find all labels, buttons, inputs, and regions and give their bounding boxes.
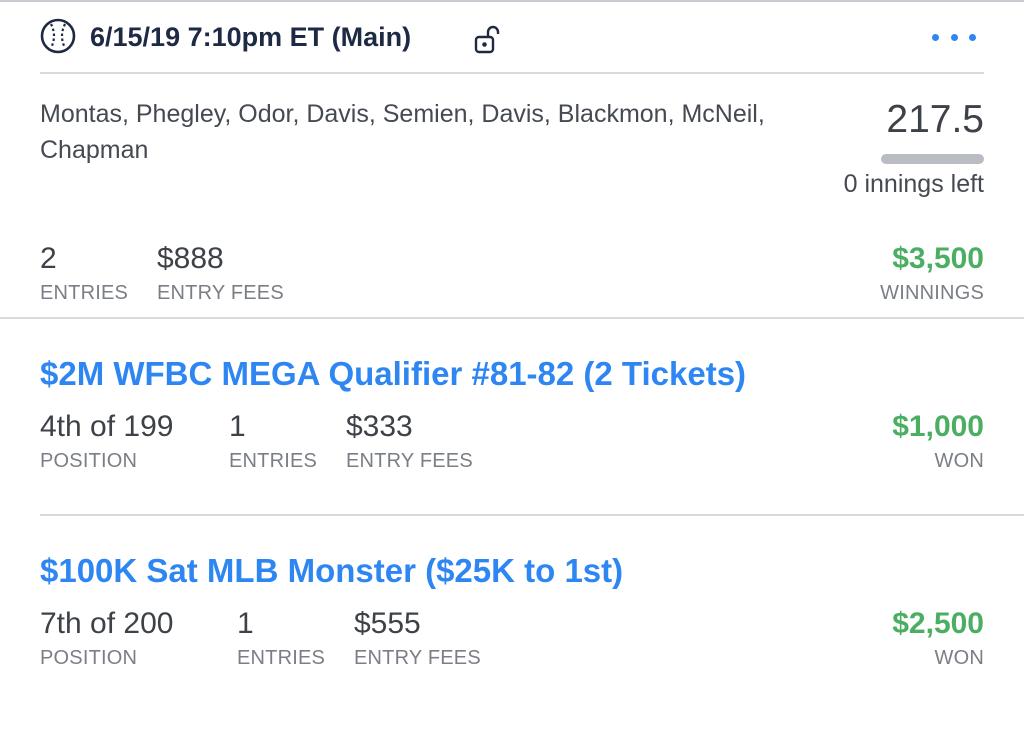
more-dot — [969, 33, 976, 41]
innings-left: 0 innings left — [843, 170, 984, 198]
lineup-score: 217.5 — [886, 98, 984, 141]
summary-entries-label: ENTRIES — [40, 282, 129, 304]
contest-won: $2,500 WON — [892, 607, 984, 670]
innings-progress-bar — [881, 154, 984, 164]
contest-fees-label: ENTRY FEES — [354, 647, 481, 669]
more-dot — [950, 33, 958, 41]
summary-entries: 2 ENTRIES — [40, 242, 128, 305]
contest-won-label: WON — [934, 647, 984, 669]
contest-entries-value: 1 — [237, 607, 254, 640]
summary-winnings-label: WINNINGS — [880, 282, 984, 304]
contest-won-value: $1,000 — [892, 410, 984, 443]
lineup-players[interactable]: Montas, Phegley, Odor, Davis, Semien, Da… — [40, 96, 780, 168]
header-divider — [40, 72, 984, 74]
contest-entry-fees: $555 ENTRY FEES — [354, 607, 481, 670]
slate-header: 6/15/19 7:10pm ET (Main) — [40, 18, 984, 58]
summary-entries-value: 2 — [40, 242, 57, 275]
contest-fees-value: $555 — [354, 607, 421, 640]
contest-entries-label: ENTRIES — [229, 450, 318, 472]
top-border — [0, 0, 1024, 2]
summary-fees-label: ENTRY FEES — [157, 282, 284, 304]
baseball-icon — [40, 18, 76, 54]
contest-entries-value: 1 — [229, 410, 246, 443]
summary-divider — [0, 317, 1024, 319]
slate-title: 6/15/19 7:10pm ET (Main) — [90, 22, 412, 52]
contest-position-label: POSITION — [40, 647, 138, 669]
contest-entries-label: ENTRIES — [237, 647, 326, 669]
contest-entries: 1 ENTRIES — [237, 607, 325, 670]
summary-entry-fees: $888 ENTRY FEES — [157, 242, 284, 305]
summary-winnings-value: $3,500 — [892, 242, 984, 275]
more-dots-icon — [932, 33, 939, 41]
contest-entries: 1 ENTRIES — [229, 410, 317, 473]
contest-entry-fees: $333 ENTRY FEES — [346, 410, 473, 473]
contest-fees-value: $333 — [346, 410, 413, 443]
contest-won-label: WON — [934, 450, 984, 472]
innings-progress-fill — [881, 154, 984, 164]
more-options-button[interactable] — [932, 24, 976, 50]
contest-card-screen: 6/15/19 7:10pm ET (Main) Montas, Phegley… — [0, 0, 1024, 736]
contest-won-value: $2,500 — [892, 607, 984, 640]
contest-position: 7th of 200 POSITION — [40, 607, 173, 670]
contest-position-value: 7th of 200 — [40, 607, 174, 640]
contest-title-link[interactable]: $100K Sat MLB Monster ($25K to 1st) — [40, 552, 623, 590]
unlocked-lock-icon — [474, 25, 500, 54]
contest-fees-label: ENTRY FEES — [346, 450, 473, 472]
contest-won: $1,000 WON — [892, 410, 984, 473]
contest-position: 4th of 199 POSITION — [40, 410, 173, 473]
summary-fees-value: $888 — [157, 242, 224, 275]
contest-title-link[interactable]: $2M WFBC MEGA Qualifier #81-82 (2 Ticket… — [40, 355, 746, 393]
summary-winnings: $3,500 WINNINGS — [880, 242, 984, 305]
contest-position-value: 4th of 199 — [40, 410, 174, 443]
contest-divider — [40, 514, 1024, 516]
contest-position-label: POSITION — [40, 450, 138, 472]
